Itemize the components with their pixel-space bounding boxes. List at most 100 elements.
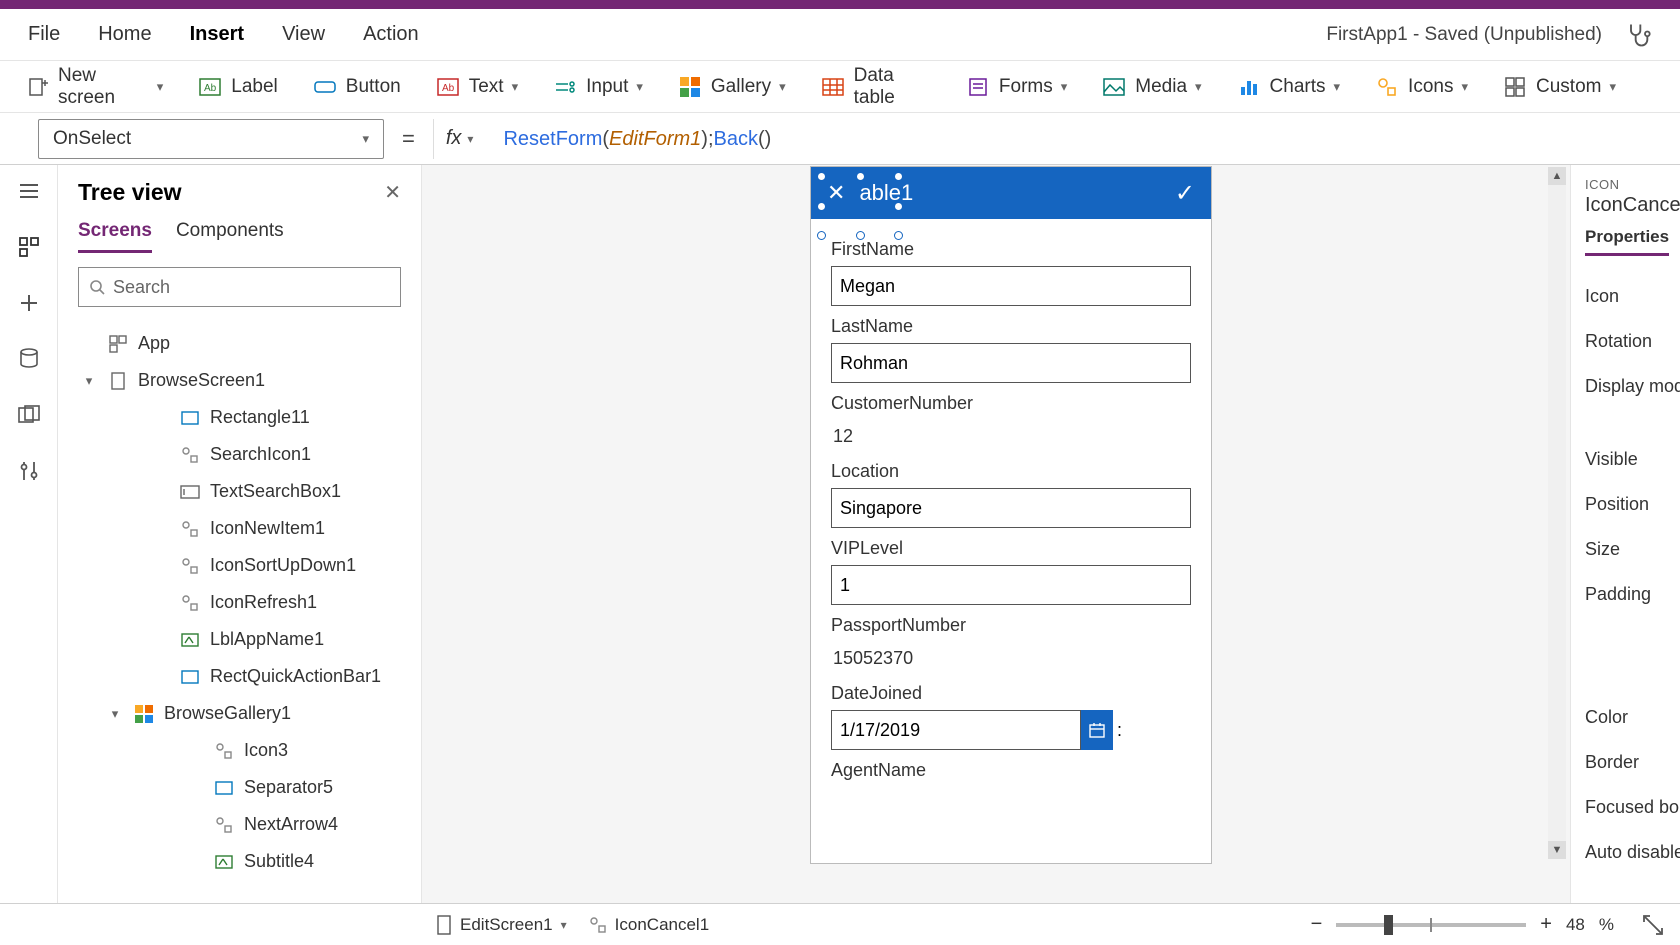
app-icon <box>108 334 128 354</box>
tree-item[interactable]: IconRefresh1 <box>58 584 421 621</box>
fx-button[interactable]: fx ▾ <box>433 119 486 159</box>
text-input[interactable] <box>831 266 1191 306</box>
menu-home[interactable]: Home <box>98 23 151 46</box>
tree-item-label: Subtitle4 <box>244 851 314 872</box>
field-label: FirstName <box>831 239 1191 260</box>
media-rail-icon[interactable] <box>17 403 41 427</box>
tree-item[interactable]: IconNewItem1 <box>58 510 421 547</box>
scroll-up-icon[interactable]: ▲ <box>1548 167 1566 185</box>
ribbon-new-screen[interactable]: New screen▾ <box>28 65 163 109</box>
glyph-icon <box>589 916 607 934</box>
menu-file[interactable]: File <box>28 23 60 46</box>
close-tree-button[interactable]: ✕ <box>384 180 401 205</box>
menu-insert[interactable]: Insert <box>190 23 244 46</box>
tree-item[interactable]: TextSearchBox1 <box>58 473 421 510</box>
tree-item[interactable]: ▾BrowseScreen1 <box>58 362 421 399</box>
data-icon[interactable] <box>17 347 41 371</box>
property-row[interactable]: Focused borde <box>1585 785 1680 830</box>
chevron-down-icon[interactable]: ▾ <box>80 373 98 389</box>
tree-item[interactable]: Rectangle11 <box>58 399 421 436</box>
cancel-icon[interactable]: ✕ <box>827 180 845 206</box>
tree-item[interactable]: RectQuickActionBar1 <box>58 658 421 695</box>
props-tab-properties[interactable]: Properties <box>1585 227 1669 256</box>
ribbon-custom[interactable]: Custom▾ <box>1504 76 1616 98</box>
app-header: ✕ able1 ✓ <box>811 167 1211 219</box>
formula-fn1: ResetForm <box>503 128 602 150</box>
field-label: DateJoined <box>831 683 1191 704</box>
ribbon-button[interactable]: Button <box>314 76 401 98</box>
canvas-scrollbar[interactable]: ▲ ▼ <box>1548 167 1566 859</box>
fit-screen-icon[interactable] <box>1642 914 1664 936</box>
tree-item[interactable]: IconSortUpDown1 <box>58 547 421 584</box>
props-category: ICON <box>1585 177 1680 192</box>
date-input[interactable] <box>831 710 1081 750</box>
tree-item-label: IconNewItem1 <box>210 518 325 539</box>
readonly-value: 15052370 <box>831 642 1191 673</box>
ribbon-input[interactable]: Input▾ <box>554 76 643 98</box>
ribbon-media[interactable]: Media▾ <box>1103 76 1201 98</box>
property-row[interactable]: Icon <box>1585 274 1680 319</box>
formula-input[interactable]: ResetForm(EditForm1);Back() <box>503 126 771 151</box>
textbox-icon <box>180 482 200 502</box>
hamburger-icon[interactable] <box>17 179 41 203</box>
ribbon-new-screen-label: New screen <box>58 65 149 109</box>
chevron-down-icon: ▾ <box>362 131 369 147</box>
tree-item[interactable]: App <box>58 325 421 362</box>
calendar-button[interactable] <box>1081 710 1113 750</box>
tree-item[interactable]: ▾BrowseGallery1 <box>58 695 421 732</box>
menu-action[interactable]: Action <box>363 23 419 46</box>
zoom-in-button[interactable]: + <box>1540 913 1552 936</box>
property-row[interactable]: Color <box>1585 695 1680 740</box>
tree-item[interactable]: Subtitle4 <box>58 843 421 880</box>
zoom-slider[interactable] <box>1336 923 1526 927</box>
ribbon-charts[interactable]: Charts▾ <box>1238 76 1341 98</box>
chevron-down-icon: ▾ <box>467 132 473 146</box>
tree-item[interactable]: NextArrow4 <box>58 806 421 843</box>
property-row[interactable]: Visible <box>1585 437 1680 482</box>
field-label: VIPLevel <box>831 538 1191 559</box>
insert-icon[interactable] <box>17 291 41 315</box>
ribbon: New screen▾ Ab Label Button Ab Text▾ Inp… <box>0 61 1680 113</box>
ribbon-label[interactable]: Ab Label <box>199 76 278 98</box>
breadcrumb-screen[interactable]: EditScreen1 ▾ <box>436 915 567 935</box>
text-input[interactable] <box>831 343 1191 383</box>
property-select[interactable]: OnSelect ▾ <box>38 119 384 159</box>
ribbon-icons[interactable]: Icons▾ <box>1376 76 1468 98</box>
tree-item[interactable]: Icon3 <box>58 732 421 769</box>
advanced-icon[interactable] <box>17 459 41 483</box>
tree-search-input[interactable]: Search <box>78 267 401 307</box>
diagnostics-icon[interactable] <box>1624 21 1652 49</box>
tree-view-icon[interactable] <box>17 235 41 259</box>
tree-item[interactable]: LblAppName1 <box>58 621 421 658</box>
ribbon-gallery[interactable]: Gallery▾ <box>679 76 786 98</box>
tree-tab-components[interactable]: Components <box>176 220 284 253</box>
ribbon-data-table[interactable]: Data table <box>822 65 931 109</box>
ribbon-forms[interactable]: Forms▾ <box>967 76 1067 98</box>
property-row[interactable]: Display mode <box>1585 364 1680 409</box>
property-row[interactable]: Position <box>1585 482 1680 527</box>
text-input[interactable] <box>831 488 1191 528</box>
scroll-down-icon[interactable]: ▼ <box>1548 841 1566 859</box>
property-row[interactable]: Border <box>1585 740 1680 785</box>
tree-tab-screens[interactable]: Screens <box>78 220 152 253</box>
menu-view[interactable]: View <box>282 23 325 46</box>
property-row[interactable]: Rotation <box>1585 319 1680 364</box>
property-row[interactable]: Padding <box>1585 572 1680 617</box>
chevron-down-icon: ▾ <box>1061 79 1068 95</box>
tree-item[interactable]: Separator5 <box>58 769 421 806</box>
charts-icon <box>1238 76 1260 98</box>
zoom-out-button[interactable]: − <box>1311 913 1323 936</box>
canvas[interactable]: ✕ able1 ✓ FirstNameLastNameCustomerNumbe… <box>422 165 1570 903</box>
formula-arg1: EditForm1 <box>609 128 701 150</box>
workspace: Tree view ✕ Screens Components Search Ap… <box>0 165 1680 903</box>
ribbon-text[interactable]: Ab Text▾ <box>437 76 518 98</box>
property-row[interactable]: Auto disable o <box>1585 830 1680 875</box>
breadcrumb-control[interactable]: IconCancel1 <box>589 915 710 935</box>
fx-icon: fx <box>446 127 462 150</box>
accept-icon[interactable]: ✓ <box>1175 179 1195 208</box>
chevron-down-icon[interactable]: ▾ <box>106 706 124 722</box>
media-icon <box>1103 76 1125 98</box>
property-row[interactable]: Size <box>1585 527 1680 572</box>
text-input[interactable] <box>831 565 1191 605</box>
tree-item[interactable]: SearchIcon1 <box>58 436 421 473</box>
